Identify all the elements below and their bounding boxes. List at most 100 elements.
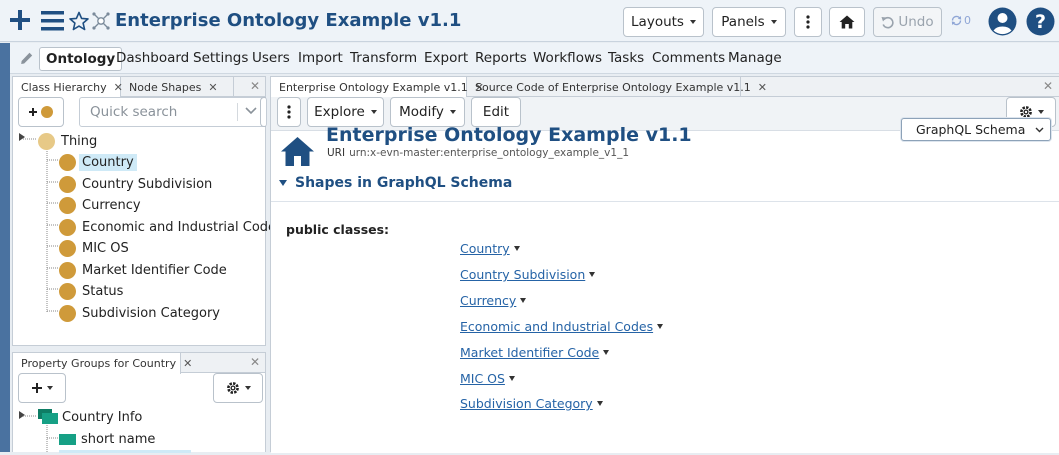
star-icon[interactable]: [69, 11, 89, 31]
menu-workflows[interactable]: Workflows: [533, 50, 602, 66]
tree-item-label: Currency: [82, 197, 141, 213]
tree-item-country-subdivision[interactable]: Country Subdivision: [59, 174, 212, 194]
panel-close-icon[interactable]: ✕: [1043, 79, 1053, 93]
ontology-icon: [92, 12, 110, 30]
tab-source-code[interactable]: Source Code of Enterprise Ontology Examp…: [467, 77, 767, 97]
menu-transform[interactable]: Transform: [350, 50, 417, 66]
add-icon[interactable]: [9, 9, 31, 31]
tree-item-short-name[interactable]: short name: [59, 429, 155, 449]
chevron-down-icon[interactable]: [657, 324, 664, 329]
tab-property-groups[interactable]: Property Groups for Country ✕: [13, 353, 192, 374]
add-class-button[interactable]: [18, 97, 64, 127]
class-icon: [59, 196, 76, 214]
tree-item-country[interactable]: Country: [59, 152, 137, 172]
class-link-economic-codes[interactable]: Economic and Industrial Codes: [460, 319, 664, 334]
class-icon: [59, 175, 76, 193]
class-icon: [59, 153, 76, 171]
tree-item-economic-codes[interactable]: Economic and Industrial Codes: [59, 217, 283, 237]
layouts-button[interactable]: Layouts: [623, 7, 704, 37]
close-icon[interactable]: ✕: [183, 357, 192, 370]
more-options-button[interactable]: [794, 7, 822, 37]
chevron-down-icon[interactable]: [508, 376, 515, 381]
menu-settings[interactable]: Settings: [193, 50, 248, 66]
section-header[interactable]: Shapes in GraphQL Schema: [279, 175, 512, 191]
undo-label: Undo: [898, 14, 934, 30]
menu-comments[interactable]: Comments: [652, 50, 725, 66]
property-settings-button[interactable]: [213, 373, 263, 403]
class-link-mic-os[interactable]: MIC OS: [460, 371, 515, 386]
edit-button[interactable]: Edit: [471, 97, 521, 127]
chevron-down-icon[interactable]: [589, 272, 596, 277]
chevron-down-icon[interactable]: [596, 401, 603, 406]
edit-pencil-icon[interactable]: [20, 52, 33, 65]
menu-manage[interactable]: Manage: [728, 50, 782, 66]
tree-item-mic-os[interactable]: MIC OS: [59, 238, 129, 258]
tree-item-label: MIC OS: [82, 240, 129, 256]
class-link-currency[interactable]: Currency: [460, 293, 527, 308]
class-link-label: Market Identifier Code: [460, 345, 600, 360]
class-hierarchy-panel: Class Hierarchy✕ Node Shapes ✕ ✕ Thing Co…: [12, 76, 283, 346]
menu-reports[interactable]: Reports: [475, 50, 527, 66]
user-account-icon[interactable]: [988, 7, 1017, 36]
menu-tasks[interactable]: Tasks: [608, 50, 644, 66]
tree-item-label: Economic and Industrial Codes: [82, 219, 283, 235]
panel-close-icon[interactable]: ✕: [250, 79, 260, 93]
tree-item-label: Country Subdivision: [82, 176, 213, 192]
view-select[interactable]: GraphQL Schema: [901, 118, 1051, 141]
tree-item-label: Market Identifier Code: [82, 262, 227, 278]
tab-node-shapes[interactable]: Node Shapes ✕: [121, 77, 234, 97]
menu-import[interactable]: Import: [298, 50, 343, 66]
home-button[interactable]: [829, 7, 865, 37]
main-panel: Enterprise Ontology Example v1.1 ✕ Source…: [270, 76, 1059, 453]
chevron-down-icon[interactable]: [520, 298, 527, 303]
undo-button[interactable]: Undo: [873, 7, 942, 37]
left-strip: [0, 43, 10, 452]
gear-icon: [226, 382, 239, 394]
menu-users[interactable]: Users: [252, 50, 290, 66]
tab-ontology[interactable]: Enterprise Ontology Example v1.1 ✕: [271, 77, 484, 98]
add-icon: [31, 383, 42, 393]
menu-dashboard[interactable]: Dashboard: [116, 50, 189, 66]
class-link-country[interactable]: Country: [460, 241, 520, 256]
class-link-subdivision-category[interactable]: Subdivision Category: [460, 396, 603, 411]
tab-source-code-label: Source Code of Enterprise Ontology Examp…: [475, 80, 751, 94]
menu-ontology[interactable]: Ontology: [39, 47, 123, 71]
class-icon: [59, 282, 76, 300]
panels-button[interactable]: Panels: [712, 7, 786, 37]
tree-item-label: short name: [81, 431, 156, 447]
tree-item-subdivision-category[interactable]: Subdivision Category: [59, 303, 220, 323]
class-icon: [59, 304, 76, 322]
class-link-market-identifier-code[interactable]: Market Identifier Code: [460, 345, 610, 360]
tree-item-label: Subdivision Category: [82, 305, 221, 321]
tree-item-market-identifier-code[interactable]: Market Identifier Code: [59, 260, 227, 280]
modify-button[interactable]: Modify: [390, 97, 465, 127]
quick-search-input[interactable]: [80, 98, 236, 126]
tab-class-hierarchy[interactable]: Class Hierarchy ✕: [13, 77, 123, 98]
panel-close-icon[interactable]: ✕: [250, 355, 260, 369]
chevron-down-icon[interactable]: [245, 107, 257, 115]
quick-search: [79, 97, 267, 127]
property-groups-panel: Property Groups for Country ✕ ✕ Country I…: [12, 352, 266, 453]
close-icon[interactable]: ✕: [208, 81, 217, 94]
home-icon: [839, 15, 855, 29]
class-link-country-subdivision[interactable]: Country Subdivision: [460, 267, 596, 282]
class-icon: [59, 218, 76, 236]
help-icon[interactable]: ?: [1026, 7, 1055, 36]
menu-export[interactable]: Export: [424, 50, 468, 66]
tree-item-currency[interactable]: Currency: [59, 195, 141, 215]
uri-label: URI: [327, 147, 346, 159]
main-panel-tabs: Enterprise Ontology Example v1.1 ✕ Source…: [271, 77, 1059, 98]
menu-icon[interactable]: [41, 11, 64, 31]
tree-item-country-info[interactable]: Country Info: [38, 407, 142, 427]
close-icon[interactable]: ✕: [758, 81, 767, 94]
tree-item-thing[interactable]: Thing: [38, 131, 97, 151]
edit-label: Edit: [482, 104, 510, 120]
chevron-down-icon[interactable]: [513, 246, 520, 251]
main-more-button[interactable]: [277, 97, 301, 127]
chevron-down-icon[interactable]: [603, 350, 610, 355]
add-property-button[interactable]: [18, 373, 66, 403]
class-link-label: MIC OS: [460, 371, 505, 386]
tree-item-status[interactable]: Status: [59, 281, 123, 301]
sync-status[interactable]: 0: [951, 14, 971, 27]
explore-button[interactable]: Explore: [307, 97, 384, 127]
